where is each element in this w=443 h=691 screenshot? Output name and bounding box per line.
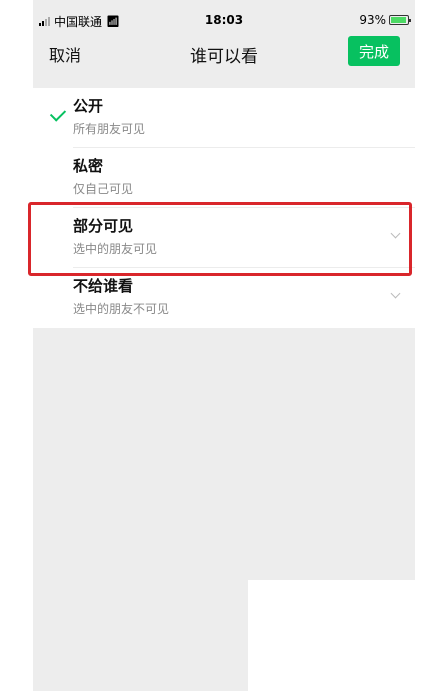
- option-public[interactable]: 公开 所有朋友可见: [33, 88, 415, 148]
- option-description: 选中的朋友不可见: [73, 302, 170, 316]
- option-label: 不给谁看: [73, 277, 134, 295]
- done-button[interactable]: 完成: [348, 36, 400, 66]
- checkmark-icon: [49, 105, 67, 122]
- option-description: 所有朋友可见: [73, 122, 146, 136]
- battery-percent: 93%: [359, 13, 386, 27]
- option-hide-from[interactable]: 不给谁看 选中的朋友不可见: [33, 268, 415, 328]
- option-label: 私密: [73, 157, 104, 175]
- chevron-down-icon: [390, 228, 401, 239]
- option-description: 选中的朋友可见: [73, 242, 158, 256]
- status-bar: 中国联通 📶︎ 18:03 93%: [33, 0, 415, 36]
- visibility-options: 公开 所有朋友可见 私密 仅自己可见 部分可见 选中的朋友可见 不给谁看 选中的…: [33, 88, 415, 328]
- option-label: 部分可见: [73, 217, 134, 235]
- option-description: 仅自己可见: [73, 182, 134, 196]
- option-label: 公开: [73, 97, 104, 115]
- blank-panel: [248, 580, 443, 691]
- option-private[interactable]: 私密 仅自己可见: [33, 148, 415, 208]
- clock: 18:03: [204, 13, 244, 27]
- option-partial-visible[interactable]: 部分可见 选中的朋友可见: [33, 208, 415, 268]
- battery-icon: [389, 15, 411, 25]
- chevron-down-icon: [390, 288, 401, 299]
- nav-bar: 取消 谁可以看 完成: [33, 36, 415, 84]
